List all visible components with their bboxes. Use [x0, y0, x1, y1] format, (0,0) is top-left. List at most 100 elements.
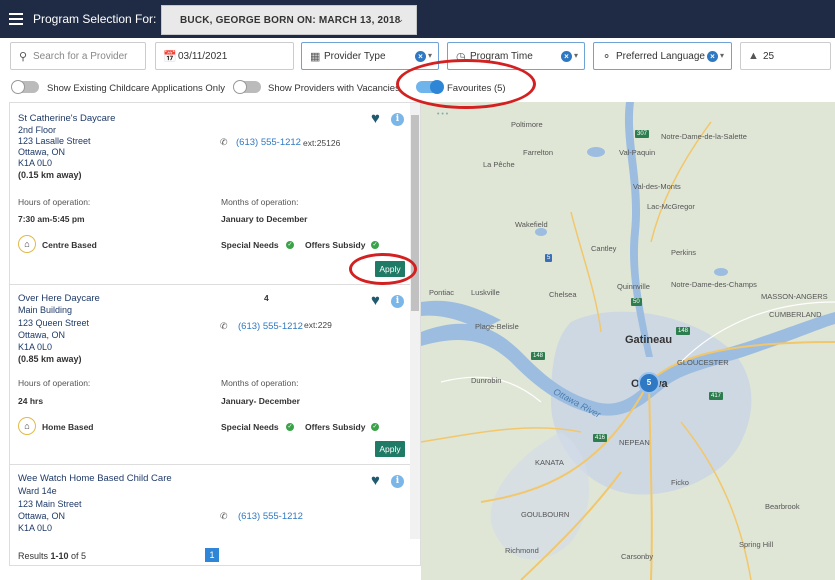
- map-label-quinnville: Quinnville: [617, 282, 650, 291]
- map-label-lac-mcgregor: Lac-McGregor: [647, 202, 695, 211]
- page-button-current[interactable]: 1: [205, 548, 219, 562]
- favourite-heart-icon[interactable]: ♥: [371, 111, 380, 126]
- provider-postal: K1A 0L0: [18, 342, 53, 352]
- provider-phone[interactable]: (613) 555-1212: [238, 321, 303, 332]
- vacancies-toggle[interactable]: [233, 80, 261, 94]
- provider-ext: ext:229: [304, 320, 332, 330]
- months-value: January to December: [221, 214, 308, 224]
- months-value: January- December: [221, 396, 300, 406]
- map-label-nepean: NEPEAN: [619, 438, 650, 447]
- map-label-cantley: Cantley: [591, 244, 617, 253]
- existing-applications-label: Show Existing Childcare Applications Onl…: [47, 83, 225, 94]
- map-label-luskville: Luskville: [471, 288, 500, 297]
- chevron-down-icon: ▾: [428, 51, 433, 60]
- provider-address-2: 123 Lasalle Street: [18, 136, 91, 146]
- child-selector-dropdown[interactable]: BUCK, GEORGE BORN ON: MARCH 13, 2018 ⌄: [161, 5, 417, 35]
- highway-shield: 307: [635, 130, 650, 138]
- map-view[interactable]: • • • Poltimore Notre-Dame-de-la-Salette…: [421, 102, 835, 580]
- info-icon[interactable]: i: [391, 113, 404, 126]
- list-scrollbar[interactable]: [410, 103, 420, 539]
- distance-value: 25: [763, 51, 775, 62]
- map-label-la-peche: La Pêche: [483, 160, 515, 169]
- clear-provider-type-icon[interactable]: ×: [415, 51, 426, 62]
- results-count: Results 1-10 of 5: [18, 551, 87, 561]
- special-needs-label: Special Needs: [221, 240, 279, 250]
- provider-type: Home Based: [42, 422, 94, 432]
- highway-shield: 417: [709, 392, 724, 400]
- calendar-icon: 📅: [163, 51, 177, 63]
- provider-list-panel: St Catherine's Daycare 2nd Floor 123 Las…: [9, 102, 421, 566]
- home-icon: ⌂: [18, 235, 36, 253]
- map-label-plage-belisle: Plage-Belisle: [475, 322, 519, 331]
- provider-address-1: Main Building: [18, 305, 73, 315]
- provider-search-placeholder: Search for a Provider: [33, 51, 128, 62]
- map-label-wakefield: Wakefield: [515, 220, 548, 229]
- map-label-perkins: Perkins: [671, 248, 697, 257]
- pagination-footer: Results 1-10 of 5 1: [10, 545, 410, 565]
- date-picker-input[interactable]: 📅 03/11/2021: [155, 42, 294, 70]
- provider-phone[interactable]: (613) 555-1212: [236, 137, 301, 148]
- hours-value: 24 hrs: [18, 396, 44, 406]
- search-icon: ⚲: [19, 51, 28, 63]
- provider-city: Ottawa, ON: [18, 511, 66, 521]
- highway-shield: 416: [593, 434, 608, 442]
- map-label-ficko: Ficko: [671, 478, 689, 487]
- provider-distance: (0.85 km away): [18, 354, 82, 364]
- apply-highlight-annotation: [349, 253, 417, 285]
- hours-value: 7:30 am-5:45 pm: [18, 214, 85, 224]
- provider-address-1: Ward 14e: [18, 486, 57, 496]
- provider-postal: K1A 0L0: [18, 158, 53, 168]
- hamburger-menu-icon[interactable]: [9, 13, 23, 25]
- existing-applications-toggle[interactable]: [11, 80, 39, 94]
- provider-card: Over Here Daycare 4 Main Building 123 Qu…: [10, 285, 410, 465]
- provider-search-input[interactable]: ⚲ Search for a Provider: [10, 42, 146, 70]
- phone-icon: ✆: [220, 511, 228, 521]
- provider-postal: K1A 0L0: [18, 523, 53, 533]
- map-label-carsonby: Carsonby: [621, 552, 654, 561]
- phone-icon: ✆: [220, 137, 228, 147]
- distance-input[interactable]: ▲ 25: [740, 42, 831, 70]
- info-icon[interactable]: i: [391, 475, 404, 488]
- subsidy-label: Offers Subsidy: [305, 422, 366, 432]
- favourite-heart-icon[interactable]: ♥: [371, 293, 380, 308]
- map-label-val-paquin: Val-Paquin: [619, 148, 656, 157]
- map-label-spring-hill: Spring Hill: [739, 540, 774, 549]
- hours-label: Hours of operation:: [18, 197, 91, 207]
- provider-city: Ottawa, ON: [18, 147, 66, 157]
- map-label-pontiac: Pontiac: [429, 288, 455, 297]
- preferred-language-dropdown[interactable]: ⚬ Preferred Language × ▾: [593, 42, 732, 70]
- map-cluster-marker[interactable]: 5: [638, 372, 660, 394]
- check-icon: ✓: [371, 241, 379, 249]
- provider-type: Centre Based: [42, 240, 97, 250]
- clear-program-time-icon[interactable]: ×: [561, 51, 572, 62]
- favourite-heart-icon[interactable]: ♥: [371, 473, 380, 488]
- map-overlay-label: • • •: [437, 111, 449, 118]
- map-label-kanata: KANATA: [535, 458, 564, 467]
- provider-name[interactable]: Over Here Daycare: [18, 293, 100, 304]
- map-label-masson: MASSON-ANGERS: [761, 292, 828, 301]
- provider-name[interactable]: St Catherine's Daycare: [18, 113, 115, 124]
- chevron-down-icon: ⌄: [396, 14, 404, 24]
- home-icon: ⌂: [18, 417, 36, 435]
- provider-name[interactable]: Wee Watch Home Based Child Care: [18, 473, 172, 484]
- chevron-down-icon: ▾: [720, 51, 725, 60]
- info-icon[interactable]: i: [391, 295, 404, 308]
- scroll-thumb[interactable]: [411, 115, 419, 311]
- clear-language-icon[interactable]: ×: [707, 51, 718, 62]
- preferred-language-label: Preferred Language: [616, 51, 705, 62]
- hours-label: Hours of operation:: [18, 378, 91, 388]
- highway-shield: 148: [676, 327, 691, 335]
- check-icon: ✓: [371, 423, 379, 431]
- map-label-gatineau: Gatineau: [625, 334, 673, 346]
- language-icon: ⚬: [602, 51, 612, 63]
- provider-card: St Catherine's Daycare 2nd Floor 123 Las…: [10, 103, 410, 285]
- favourites-highlight-annotation: [396, 59, 536, 109]
- subsidy-label: Offers Subsidy: [305, 240, 366, 250]
- highway-shield: 5: [545, 254, 553, 262]
- provider-phone[interactable]: (613) 555-1212: [238, 511, 303, 522]
- chevron-down-icon: ▾: [574, 51, 579, 60]
- highway-shield: 148: [531, 352, 546, 360]
- phone-icon: ✆: [220, 321, 228, 331]
- provider-number: 4: [264, 293, 269, 303]
- apply-button[interactable]: Apply: [375, 441, 405, 457]
